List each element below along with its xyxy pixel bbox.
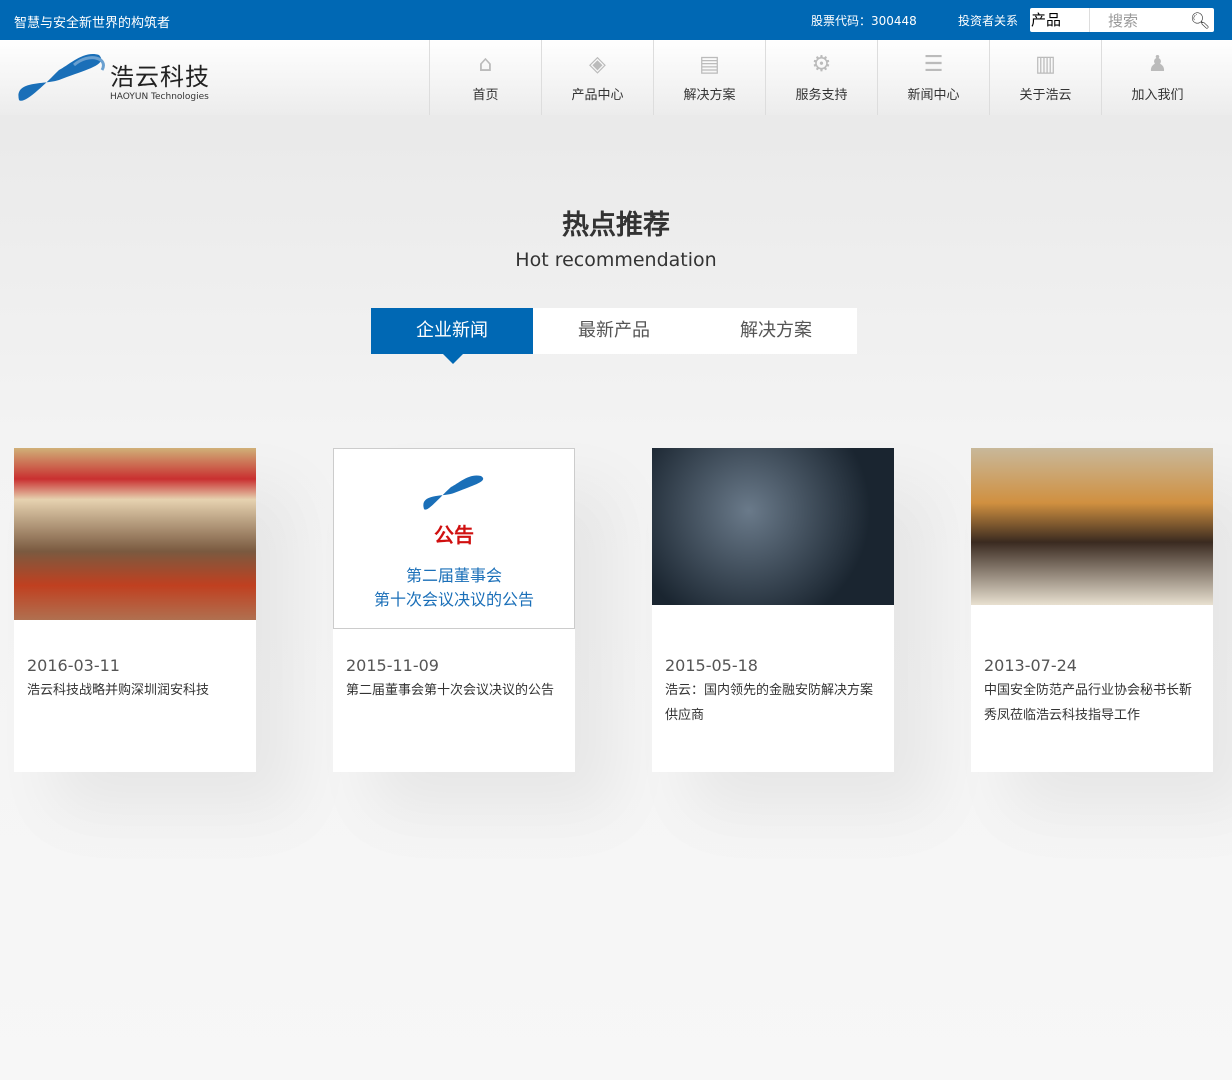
tab-bar: 企业新闻 最新产品 解决方案: [371, 308, 857, 364]
document-check-icon: ▤: [699, 52, 720, 77]
news-card[interactable]: 2013-07-24 中国安全防范产品行业协会秘书长靳秀凤莅临浩云科技指导工作: [971, 448, 1213, 772]
logo-subtitle: HAOYUN Technologies: [110, 91, 209, 102]
news-card[interactable]: 2016-03-11 浩云科技战略并购深圳润安科技: [14, 448, 256, 772]
news-title[interactable]: 中国安全防范产品行业协会秘书长靳秀凤莅临浩云科技指导工作: [984, 678, 1199, 728]
nav-label: 产品中心: [571, 88, 624, 103]
layers-icon: ◈: [589, 52, 606, 77]
nav-label: 新闻中心: [907, 88, 960, 103]
nav-label: 首页: [472, 88, 499, 103]
search-category-select[interactable]: 产品: [1030, 8, 1090, 32]
stock-code: 股票代码：300448: [811, 14, 917, 28]
nav-about[interactable]: ▥ 关于浩云: [989, 40, 1101, 115]
section-subtitle: Hot recommendation: [515, 249, 717, 271]
tab-latest-products[interactable]: 最新产品: [533, 308, 695, 354]
slogan: 智慧与安全新世界的构筑者: [14, 16, 171, 31]
news-card[interactable]: 2015-05-18 浩云：国内领先的金融安防解决方案供应商: [652, 448, 894, 772]
news-date: 2015-11-09: [346, 656, 439, 675]
notice-heading: 公告: [434, 523, 474, 547]
nav-label: 关于浩云: [1019, 88, 1072, 103]
tab-company-news[interactable]: 企业新闻: [371, 308, 533, 364]
home-icon: ⌂: [478, 52, 493, 77]
notice-line: 第二届董事会: [405, 566, 502, 585]
news-image: [14, 448, 256, 620]
top-bar: 智慧与安全新世界的构筑者 股票代码：300448 投资者关系 产品 搜索 🔍︎: [0, 0, 1232, 40]
news-image: [652, 448, 894, 605]
main-nav: ⌂ 首页 ◈ 产品中心 ▤ 解决方案 ⚙ 服务支持 ☰ 新闻中心 ▥ 关于浩云 ♟ 加入我们: [429, 40, 1213, 115]
news-image: 公告 第二届董事会 第十次会议决议的公告: [333, 448, 575, 629]
search-input[interactable]: 搜索: [1090, 10, 1190, 31]
news-image: [971, 448, 1213, 605]
news-title[interactable]: 浩云科技战略并购深圳润安科技: [27, 678, 242, 703]
tab-solutions[interactable]: 解决方案: [695, 308, 857, 354]
nav-label: 服务支持: [795, 88, 848, 103]
logo[interactable]: 浩云科技 HAOYUN Technologies: [14, 50, 210, 108]
notice-line: 第十次会议决议的公告: [373, 590, 534, 609]
section-title: 热点推荐: [562, 210, 670, 241]
news-title[interactable]: 浩云：国内领先的金融安防解决方案供应商: [665, 678, 880, 728]
investor-relations-link[interactable]: 投资者关系: [958, 12, 1018, 29]
nav-label: 解决方案: [683, 88, 736, 103]
building-icon: ▥: [1035, 52, 1056, 77]
news-date: 2015-05-18: [665, 656, 758, 675]
gears-icon: ⚙: [811, 52, 832, 77]
news-date: 2016-03-11: [27, 656, 120, 675]
header: 浩云科技 HAOYUN Technologies ⌂ 首页 ◈ 产品中心 ▤ 解决方案…: [0, 40, 1232, 115]
user-icon: ♟: [1147, 52, 1168, 77]
nav-label: 加入我们: [1131, 88, 1184, 103]
logo-mark-icon: [423, 475, 484, 510]
logo-name: 浩云科技: [110, 62, 210, 91]
news-title[interactable]: 第二届董事会第十次会议决议的公告: [346, 678, 561, 703]
nav-solutions[interactable]: ▤ 解决方案: [653, 40, 765, 115]
nav-home[interactable]: ⌂ 首页: [429, 40, 541, 115]
logo-mark-icon: [18, 53, 105, 101]
news-icon: ☰: [923, 52, 944, 77]
news-card[interactable]: 公告 第二届董事会 第十次会议决议的公告 2015-11-09 第二届董事会第十…: [333, 448, 575, 772]
nav-news[interactable]: ☰ 新闻中心: [877, 40, 989, 115]
nav-products[interactable]: ◈ 产品中心: [541, 40, 653, 115]
news-date: 2013-07-24: [984, 656, 1077, 675]
search-box: 产品 搜索 🔍︎: [1030, 8, 1214, 32]
nav-join[interactable]: ♟ 加入我们: [1101, 40, 1213, 115]
search-icon[interactable]: 🔍︎: [1190, 11, 1214, 30]
nav-support[interactable]: ⚙ 服务支持: [765, 40, 877, 115]
